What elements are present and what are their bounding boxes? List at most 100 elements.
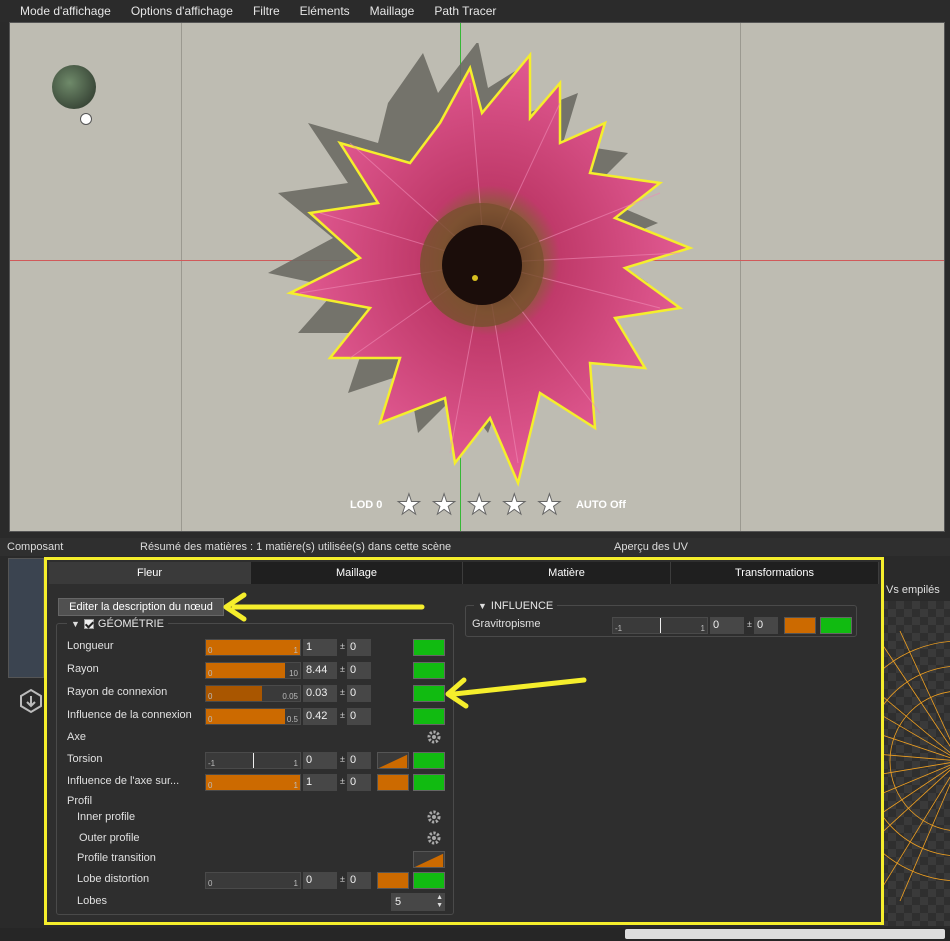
curve-editor-icon[interactable] bbox=[377, 752, 409, 769]
param-value-input[interactable]: 8.44 bbox=[303, 662, 337, 679]
lobes-spinbox[interactable]: 5 ▲ ▼ bbox=[391, 893, 445, 911]
param-slider[interactable]: 0 0.5 bbox=[205, 708, 301, 725]
lod-star-icon[interactable]: ★ bbox=[431, 490, 457, 519]
menu-display-options[interactable]: Options d'affichage bbox=[121, 4, 243, 18]
color-swatch[interactable] bbox=[820, 617, 852, 634]
param-value-input[interactable]: 1 bbox=[303, 639, 337, 656]
tab-fleur[interactable]: Fleur bbox=[49, 562, 251, 584]
influence-header[interactable]: ▼ INFLUENCE bbox=[474, 600, 558, 612]
param-row-profile-transition: Profile transition bbox=[57, 849, 455, 869]
menu-mesh[interactable]: Maillage bbox=[360, 4, 425, 18]
param-variation-input[interactable]: 0 bbox=[347, 752, 371, 769]
param-label: Influence de l'axe sur... bbox=[67, 775, 180, 787]
param-slider[interactable]: 0 1 bbox=[205, 639, 301, 656]
slider-min: 0 bbox=[208, 781, 213, 790]
param-slider[interactable]: 0 1 bbox=[205, 872, 301, 889]
color-swatch[interactable] bbox=[413, 872, 445, 889]
tab-matiere[interactable]: Matière bbox=[463, 562, 671, 584]
param-value-input[interactable]: 1 bbox=[303, 774, 337, 791]
menu-filter[interactable]: Filtre bbox=[243, 4, 290, 18]
param-slider[interactable]: 0 0.05 bbox=[205, 685, 301, 702]
viewport-3d[interactable]: LOD 0 ★ ★ ★ ★ ★ AUTO Off bbox=[9, 22, 945, 532]
param-variation-input[interactable]: 0 bbox=[347, 708, 371, 725]
geometry-group: ▼ GÉOMÉTRIE Longueur 0 1 1 ± 0 Rayon 0 1… bbox=[56, 618, 455, 915]
influence-group: ▼ INFLUENCE Gravitropisme -1 1 0 ± 0 bbox=[465, 600, 857, 637]
auto-lod-toggle[interactable]: AUTO Off bbox=[576, 499, 626, 511]
param-variation-input[interactable]: 0 bbox=[754, 617, 778, 634]
param-slider[interactable]: -1 1 bbox=[205, 752, 301, 769]
param-variation-input[interactable]: 0 bbox=[347, 774, 371, 791]
tab-bar: Fleur Maillage Matière Transformations bbox=[49, 562, 879, 584]
param-variation-input[interactable]: 0 bbox=[347, 685, 371, 702]
uv-layout-icon bbox=[880, 630, 950, 902]
spin-arrows-icon[interactable]: ▲ ▼ bbox=[436, 894, 443, 910]
menu-path-tracer[interactable]: Path Tracer bbox=[424, 4, 506, 18]
slider-min: 0 bbox=[208, 715, 213, 724]
param-value-input[interactable]: 0 bbox=[710, 617, 744, 634]
geometry-header[interactable]: ▼ GÉOMÉTRIE bbox=[67, 618, 168, 630]
menu-elements[interactable]: Eléments bbox=[290, 4, 360, 18]
param-variation-input[interactable]: 0 bbox=[347, 662, 371, 679]
plus-minus-icon: ± bbox=[340, 641, 345, 651]
slider-min: 0 bbox=[208, 879, 213, 888]
color-swatch[interactable] bbox=[413, 752, 445, 769]
param-label: Gravitropisme bbox=[472, 618, 541, 630]
annotation-arrow-icon bbox=[445, 677, 587, 709]
param-value-input[interactable]: 0 bbox=[303, 752, 337, 769]
component-thumbnail[interactable] bbox=[8, 558, 44, 678]
tab-maillage[interactable]: Maillage bbox=[251, 562, 463, 584]
color-swatch[interactable] bbox=[413, 639, 445, 656]
lod-star-icon[interactable]: ★ bbox=[396, 490, 422, 519]
color-swatch[interactable] bbox=[413, 774, 445, 791]
grid-line bbox=[740, 23, 741, 531]
curve-editor-icon[interactable] bbox=[784, 617, 816, 634]
param-slider[interactable]: 0 10 bbox=[205, 662, 301, 679]
collapse-triangle-icon[interactable]: ▼ bbox=[478, 601, 487, 611]
curve-editor-icon[interactable] bbox=[377, 872, 409, 889]
lod-star-icon[interactable]: ★ bbox=[536, 490, 562, 519]
param-slider[interactable]: -1 1 bbox=[612, 617, 708, 634]
flower-model[interactable] bbox=[260, 43, 710, 503]
param-row-influence-axe: Influence de l'axe sur... 0 1 1 ± 0 bbox=[57, 772, 455, 792]
slider-fill bbox=[206, 775, 300, 790]
tab-transformations[interactable]: Transformations bbox=[671, 562, 879, 584]
plus-minus-icon: ± bbox=[340, 754, 345, 764]
edit-node-description-button[interactable]: Editer la description du nœud bbox=[58, 598, 224, 616]
component-tool-icon[interactable] bbox=[16, 686, 46, 716]
slider-fill bbox=[206, 663, 286, 678]
horizontal-scrollbar[interactable] bbox=[625, 929, 945, 939]
param-variation-input[interactable]: 0 bbox=[347, 872, 371, 889]
light-sphere-icon[interactable] bbox=[52, 65, 96, 109]
param-label: Axe bbox=[67, 731, 86, 743]
menu-display-mode[interactable]: Mode d'affichage bbox=[10, 4, 121, 18]
param-row-longueur: Longueur 0 1 1 ± 0 bbox=[57, 637, 455, 657]
light-handle-icon[interactable] bbox=[80, 113, 92, 125]
curve-editor-icon[interactable] bbox=[377, 774, 409, 791]
slider-max: 1 bbox=[293, 759, 298, 768]
slider-min: 0 bbox=[208, 646, 213, 655]
param-label: Profile transition bbox=[77, 852, 156, 864]
color-swatch[interactable] bbox=[413, 708, 445, 725]
param-variation-input[interactable]: 0 bbox=[347, 639, 371, 656]
collapse-triangle-icon[interactable]: ▼ bbox=[71, 619, 80, 629]
gear-icon[interactable] bbox=[426, 729, 442, 745]
lod-star-icon[interactable]: ★ bbox=[501, 490, 527, 519]
param-value-input[interactable]: 0.03 bbox=[303, 685, 337, 702]
param-row-axe: Axe bbox=[57, 728, 455, 748]
curve-editor-icon[interactable] bbox=[413, 851, 445, 868]
param-slider[interactable]: 0 1 bbox=[205, 774, 301, 791]
param-value-input[interactable]: 0 bbox=[303, 872, 337, 889]
param-row-influence-connexion: Influence de la connexion 0 0.5 0.42 ± 0 bbox=[57, 706, 455, 726]
gear-icon[interactable] bbox=[426, 830, 442, 846]
lod-star-icon[interactable]: ★ bbox=[466, 490, 492, 519]
color-swatch[interactable] bbox=[413, 685, 445, 702]
gear-icon[interactable] bbox=[426, 809, 442, 825]
param-value-input[interactable]: 0.42 bbox=[303, 708, 337, 725]
lod-label: LOD 0 bbox=[350, 499, 383, 511]
plus-minus-icon: ± bbox=[340, 776, 345, 786]
uv-canvas[interactable] bbox=[880, 601, 950, 926]
param-label: Profil bbox=[67, 795, 93, 807]
color-swatch[interactable] bbox=[413, 662, 445, 679]
geometry-checkbox[interactable] bbox=[83, 619, 94, 629]
param-label: Longueur bbox=[67, 640, 114, 652]
